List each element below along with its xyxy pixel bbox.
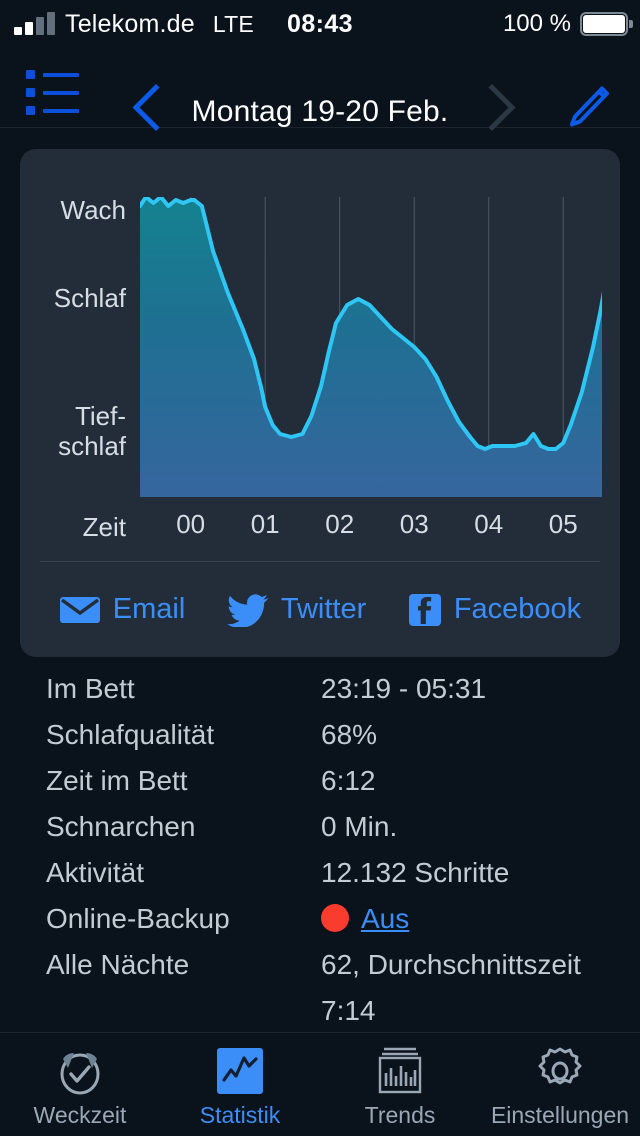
y-label-wach: Wach: [60, 195, 127, 225]
stat-value: 62, Durchschnittszeit 7:14: [321, 949, 581, 1026]
tab-bar: Weckzeit Statistik Trends Einstellungen: [0, 1032, 640, 1136]
navigation-bar: Montag 19-20 Feb.: [0, 48, 640, 132]
share-twitter-button[interactable]: Twitter: [226, 593, 367, 627]
stat-value[interactable]: Aus: [321, 896, 640, 942]
page-title: Montag 19-20 Feb.: [191, 95, 449, 128]
stat-value: 12.132 Schritte: [321, 857, 510, 888]
stat-label: Im Bett: [46, 673, 135, 704]
bar-chart-icon: [373, 1046, 427, 1096]
y-label-schlaf: Schlaf: [53, 283, 126, 313]
alarm-clock-icon: [54, 1046, 106, 1096]
tab-statistik-label: Statistik: [199, 1102, 281, 1128]
share-email-button[interactable]: Email: [59, 593, 186, 626]
x-tick-label: 05: [548, 509, 578, 539]
x-tick-label: 03: [399, 509, 429, 539]
stat-label: Schnarchen: [46, 811, 196, 842]
stat-row: Online-Backup Aus: [0, 896, 640, 942]
y-label-tiefschlaf: Tief- schlaf: [58, 401, 126, 461]
app-root: Telekom.de LTE 08:43 100 % Montag 19-20 …: [0, 0, 640, 1136]
share-facebook-button[interactable]: Facebook: [408, 593, 581, 627]
twitter-icon: [226, 593, 269, 627]
stat-label: Schlafqualität: [46, 719, 215, 750]
x-tick-label: 00: [176, 509, 206, 539]
facebook-icon: [408, 593, 441, 626]
stats-list: Im Bett 23:19 - 05:31 Schlafqualität 68% Zei…: [0, 666, 640, 1034]
tab-einstellungen-label: Einstellungen: [490, 1102, 630, 1128]
stat-row: Zeit im Bett 6:12: [0, 758, 640, 804]
status-bar-right: 100 %: [502, 10, 633, 38]
battery-percent: 100 %: [502, 10, 571, 37]
tab-einstellungen[interactable]: Einstellungen: [480, 1033, 640, 1136]
chart-x-axis: 00 01 02 03 04 05: [140, 509, 602, 549]
tab-trends[interactable]: Trends: [320, 1033, 480, 1136]
stat-label: Alle Nächte: [46, 949, 190, 980]
tab-weckzeit[interactable]: Weckzeit: [0, 1033, 160, 1136]
battery-full-icon: [580, 12, 633, 36]
sleep-chart[interactable]: Wach Schlaf Tief- schlaf Zeit 00 01 02 0…: [20, 149, 620, 561]
tab-statistik[interactable]: Statistik: [160, 1033, 320, 1136]
stat-label: Aktivität: [46, 857, 145, 888]
stat-value: 0 Min.: [321, 811, 398, 842]
stat-label: Zeit im Bett: [46, 765, 188, 796]
status-bar: Telekom.de LTE 08:43 100 %: [0, 0, 640, 48]
x-tick-label: 02: [325, 509, 355, 539]
chevron-right-icon[interactable]: [484, 82, 518, 139]
stat-row: Alle Nächte 62, Durchschnittszeit 7:14: [0, 942, 640, 1034]
x-tick-label: 04: [474, 509, 504, 539]
stat-value: 68%: [321, 719, 378, 750]
stat-row: Im Bett 23:19 - 05:31: [0, 666, 640, 712]
line-chart-icon: [215, 1046, 265, 1096]
y-label-zeit: Zeit: [82, 512, 126, 542]
gear-icon: [534, 1046, 586, 1096]
stat-label: Online-Backup: [46, 903, 230, 934]
chart-y-axis: Wach Schlaf Tief- schlaf Zeit: [20, 149, 140, 561]
y-label-tiefschlaf-line2: schlaf: [58, 431, 126, 461]
chart-plot-area: [140, 197, 602, 497]
backup-status-link[interactable]: Aus: [361, 903, 409, 934]
stat-row: Schlafqualität 68%: [0, 712, 640, 758]
y-label-tiefschlaf-line1: Tief-: [74, 401, 126, 431]
share-facebook-label: Facebook: [453, 593, 582, 625]
sleep-chart-card: Wach Schlaf Tief- schlaf Zeit 00 01 02 0…: [20, 149, 620, 657]
tab-weckzeit-label: Weckzeit: [33, 1102, 127, 1128]
stat-row: Aktivität 12.132 Schritte: [0, 850, 640, 896]
share-twitter-label: Twitter: [280, 593, 367, 625]
pencil-icon[interactable]: [566, 84, 612, 137]
stat-value: 6:12: [321, 765, 376, 796]
chart-svg: [140, 197, 602, 497]
share-row: Email Twitter Facebook: [20, 562, 620, 657]
x-tick-label: 01: [250, 509, 280, 539]
status-dot-icon: [321, 904, 349, 932]
stat-value: 23:19 - 05:31: [321, 673, 487, 704]
email-icon: [59, 596, 100, 623]
tab-trends-label: Trends: [364, 1102, 436, 1128]
share-email-label: Email: [112, 593, 186, 625]
stat-row: Schnarchen 0 Min.: [0, 804, 640, 850]
